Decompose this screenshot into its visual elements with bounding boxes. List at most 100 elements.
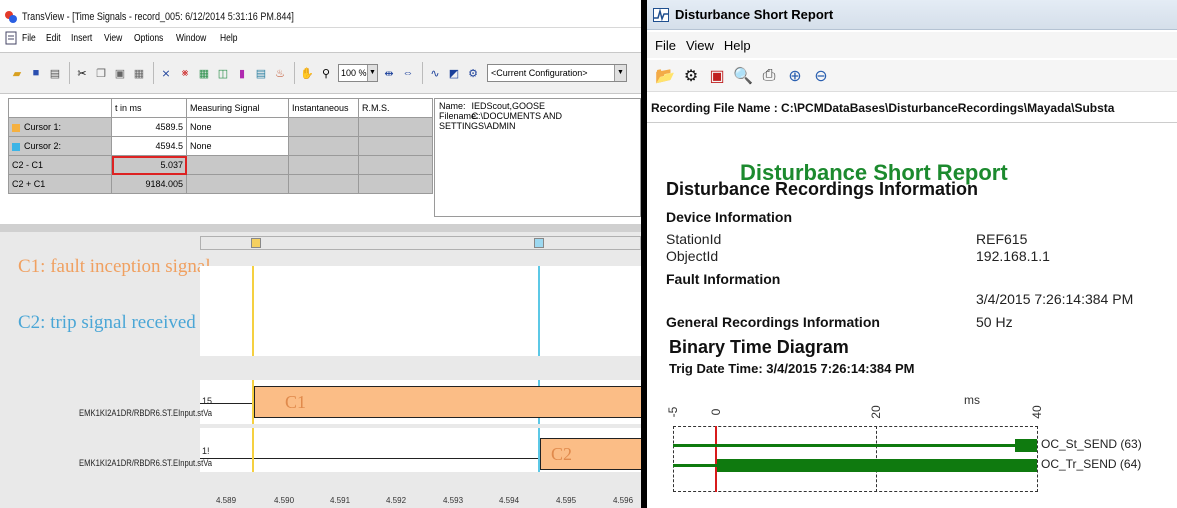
cursor2-rms (358, 136, 433, 156)
open-icon[interactable]: ▰ (10, 66, 24, 80)
copy-icon[interactable]: ❐ (94, 66, 108, 80)
signal2-value: 1! (202, 446, 210, 456)
analog-plot[interactable] (200, 266, 641, 356)
configuration-select[interactable]: <Current Configuration> ▼ (487, 64, 627, 82)
menu-edit[interactable]: Edit (46, 33, 61, 44)
cursor1-line[interactable] (252, 266, 254, 356)
table-header: Measuring Signal (186, 98, 289, 118)
x-tick: 4.589 (216, 496, 237, 505)
zoom-icon[interactable]: ⚲ (319, 66, 333, 80)
pan-icon[interactable]: ✋ (300, 66, 314, 80)
chevron-down-icon[interactable]: ▼ (367, 65, 377, 81)
time-scrollbar[interactable] (200, 236, 641, 250)
table-header: Instantaneous (288, 98, 359, 118)
signal2-label[interactable]: EMK1KI2A1DR/RBDR6.ST.EInput.stVa (32, 458, 212, 468)
toolbar-separator (153, 62, 154, 84)
table-header: R.M.S. (358, 98, 433, 118)
chevron-down-icon[interactable]: ▼ (614, 65, 626, 81)
pdf-export-icon[interactable]: ▣ (707, 66, 727, 86)
cursor-icon[interactable]: ⨯ (159, 66, 173, 80)
sum-instantaneous (288, 174, 359, 194)
chart-icon[interactable]: ◫ (216, 66, 230, 80)
cut-icon[interactable]: ✂ (75, 66, 89, 80)
grid-icon[interactable]: ▦ (197, 66, 211, 80)
paint-icon[interactable]: ♨ (273, 66, 287, 80)
difference-instantaneous (288, 155, 359, 175)
menu-help[interactable]: Help (220, 33, 237, 44)
fault-time: 3/4/2015 7:26:14:384 PM (976, 291, 1134, 307)
transview-title-bar[interactable]: TransView - [Time Signals - record_005: … (0, 6, 641, 28)
binary-time-diagram[interactable]: ms -5 0 20 40 OC_St_SEND (63) OC_Tr_SEND… (666, 393, 1173, 493)
general-info-value: 50 Hz (976, 314, 1013, 330)
binary-plot-2[interactable]: C2 (200, 428, 641, 472)
report-window-title: Disturbance Short Report (675, 7, 834, 22)
zoom-select[interactable]: 100 % ▼ (338, 64, 378, 82)
tick-label: 40 (1030, 405, 1044, 419)
wave-icon[interactable]: ∿ (428, 66, 442, 80)
fault-info-heading: Fault Information (666, 271, 781, 287)
print-icon[interactable]: ⎙ (759, 66, 779, 86)
record-filename-row: Filename: C:\DOCUMENTS AND SETTINGS\ADMI… (439, 111, 636, 131)
signal1-value: 15 (202, 396, 213, 406)
object-value: 192.168.1.1 (976, 248, 1050, 264)
print-preview-icon[interactable]: 🔍 (733, 66, 753, 86)
zoom-fit-icon[interactable]: ⇹ (382, 66, 396, 80)
bars-icon[interactable]: ▮ (235, 66, 249, 80)
table-header (8, 98, 112, 118)
channel-64-label: OC_Tr_SEND (64) (1041, 457, 1142, 471)
menu-window[interactable]: Window (176, 33, 206, 44)
menu-insert[interactable]: Insert (71, 33, 92, 44)
gear-icon[interactable]: ⚙ (681, 66, 701, 86)
menu-file[interactable]: File (22, 33, 36, 44)
signal1-label[interactable]: EMK1KI2A1DR/RBDR6.ST.EInput.stVa (32, 408, 212, 418)
channel-64-trace (673, 464, 717, 467)
waveform-app-icon (653, 7, 669, 22)
menu-options[interactable]: Options (134, 33, 163, 44)
save-icon[interactable]: ■ (29, 66, 43, 80)
open-folder-icon[interactable]: 📂 (655, 66, 675, 86)
cursor2-line[interactable] (538, 266, 540, 356)
menu-file[interactable]: File (655, 38, 676, 53)
vector-icon[interactable]: ◩ (447, 66, 461, 80)
binary-plot-1[interactable]: C1 (200, 380, 641, 424)
zoom-out-icon[interactable]: ⊖ (811, 66, 831, 86)
table-icon[interactable]: ▤ (254, 66, 268, 80)
cursor1-signal[interactable]: None (186, 117, 289, 137)
difference-label: C2 - C1 (8, 155, 112, 175)
menu-view[interactable]: View (686, 38, 714, 53)
time-axis: 4.589 4.590 4.591 4.592 4.593 4.594 4.59… (200, 484, 641, 508)
diagram-bottom-border (673, 491, 1038, 492)
zoom-in-icon[interactable]: ⊕ (785, 66, 805, 86)
zoom-window-icon[interactable]: ⇔ (401, 66, 415, 80)
cursor2-marker[interactable] (534, 238, 544, 248)
waveform-top-border (0, 224, 641, 232)
transview-menu-bar: File Edit Insert View Options Window Hel… (0, 28, 641, 48)
table-row[interactable]: Cursor 1: 4589.5 None (8, 117, 433, 137)
measure-icon[interactable]: ⨳ (178, 66, 192, 80)
cursor1-marker[interactable] (251, 238, 261, 248)
properties-icon[interactable]: ▦ (132, 66, 146, 80)
difference-rms (358, 155, 433, 175)
cursor2-signal[interactable]: None (186, 136, 289, 156)
report-title-bar[interactable]: Disturbance Short Report (647, 0, 1177, 30)
menu-view[interactable]: View (104, 33, 122, 44)
name-value: IEDScout,GOOSE (471, 101, 546, 111)
document-menu-icon[interactable] (4, 31, 18, 45)
table-row[interactable]: Cursor 2: 4594.5 None (8, 136, 433, 156)
x-tick: 4.593 (443, 496, 464, 505)
paste-icon[interactable]: ▣ (113, 66, 127, 80)
device-info-heading: Device Information (666, 209, 793, 225)
config-icon[interactable]: ⚙ (466, 66, 480, 80)
binary-diagram-title: Binary Time Diagram (669, 337, 849, 357)
x-tick: 4.595 (556, 496, 577, 505)
menu-help[interactable]: Help (724, 38, 751, 53)
transview-window: TransView - [Time Signals - record_005: … (0, 0, 641, 508)
x-tick: 4.594 (499, 496, 520, 505)
time-unit: ms (964, 393, 980, 407)
report-window: Disturbance Short Report File View Help … (647, 0, 1177, 508)
cursor2-label: Cursor 2: (24, 141, 62, 151)
transview-toolbar: ▰ ■ ▤ ✂ ❐ ▣ ▦ ⨯ ⨳ ▦ ◫ ▮ ▤ ♨ ✋ ⚲ 100 % ▼ … (0, 52, 641, 94)
print-icon[interactable]: ▤ (48, 66, 62, 80)
cursor1-line[interactable] (252, 428, 254, 472)
channel-64-active (717, 459, 1037, 472)
